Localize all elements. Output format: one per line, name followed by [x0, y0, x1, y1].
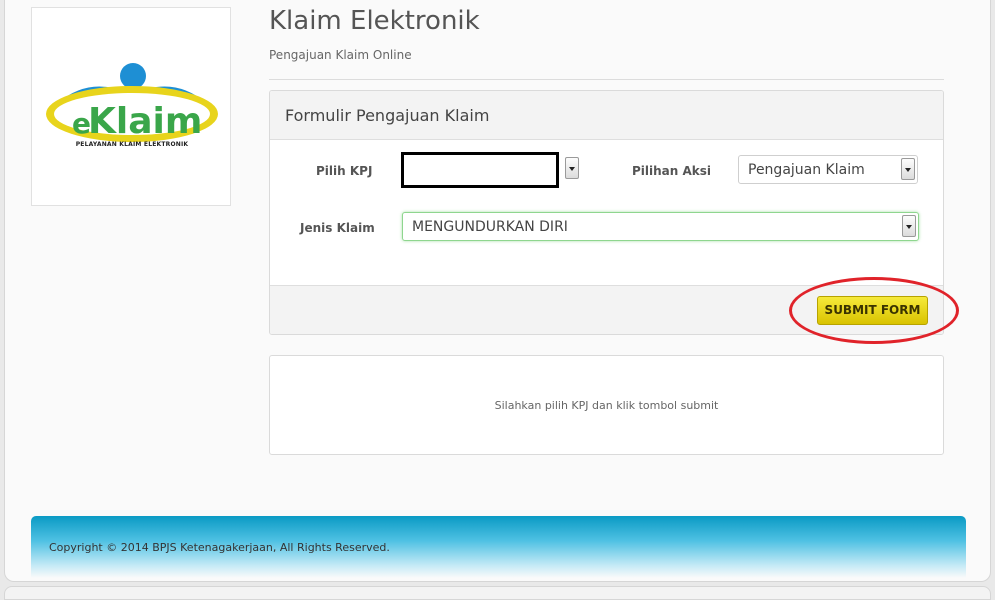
logo-box: e Klaim PELAYANAN KLAIM ELEKTRONIK — [31, 7, 231, 206]
kpj-select[interactable] — [401, 152, 559, 188]
jenis-select[interactable]: MENGUNDURKAN DIRI — [402, 212, 919, 241]
page-title: Klaim Elektronik — [269, 6, 480, 36]
info-message: Silahkan pilih KPJ dan klik tombol submi… — [494, 399, 719, 412]
submit-button[interactable]: SUBMIT FORM — [817, 296, 928, 325]
jenis-label: Jenis Klaim — [300, 221, 375, 235]
kpj-label: Pilih KPJ — [316, 164, 373, 178]
aksi-select[interactable]: Pengajuan Klaim — [738, 155, 918, 184]
aksi-dropdown-button[interactable] — [901, 158, 915, 180]
logo-wordmark: Klaim — [88, 101, 202, 142]
jenis-value: MENGUNDURKAN DIRI — [412, 219, 568, 235]
panel-header: Formulir Pengajuan Klaim — [270, 91, 943, 140]
footer-copyright: Copyright © 2014 BPJS Ketenagakerjaan, A… — [49, 541, 390, 554]
panel-title: Formulir Pengajuan Klaim — [285, 106, 490, 125]
chevron-down-icon — [905, 168, 911, 172]
claim-form-panel: Formulir Pengajuan Klaim Pilih KPJ Pilih… — [269, 90, 944, 335]
aksi-value: Pengajuan Klaim — [748, 162, 865, 178]
page-subtitle: Pengajuan Klaim Online — [269, 48, 412, 62]
aksi-label: Pilihan Aksi — [632, 164, 712, 178]
kpj-dropdown-button[interactable] — [565, 157, 579, 179]
title-divider — [269, 79, 944, 80]
chevron-down-icon — [569, 167, 575, 171]
panel-footer: SUBMIT FORM — [270, 285, 943, 334]
page-container: e Klaim PELAYANAN KLAIM ELEKTRONIK Klaim… — [4, 0, 991, 582]
footer-bar: Copyright © 2014 BPJS Ketenagakerjaan, A… — [31, 516, 966, 578]
jenis-dropdown-button[interactable] — [902, 215, 916, 237]
logo-tagline: PELAYANAN KLAIM ELEKTRONIK — [75, 141, 189, 148]
chevron-down-icon — [906, 225, 912, 229]
info-box: Silahkan pilih KPJ dan klik tombol submi… — [269, 355, 944, 455]
bottom-strip — [4, 586, 991, 600]
